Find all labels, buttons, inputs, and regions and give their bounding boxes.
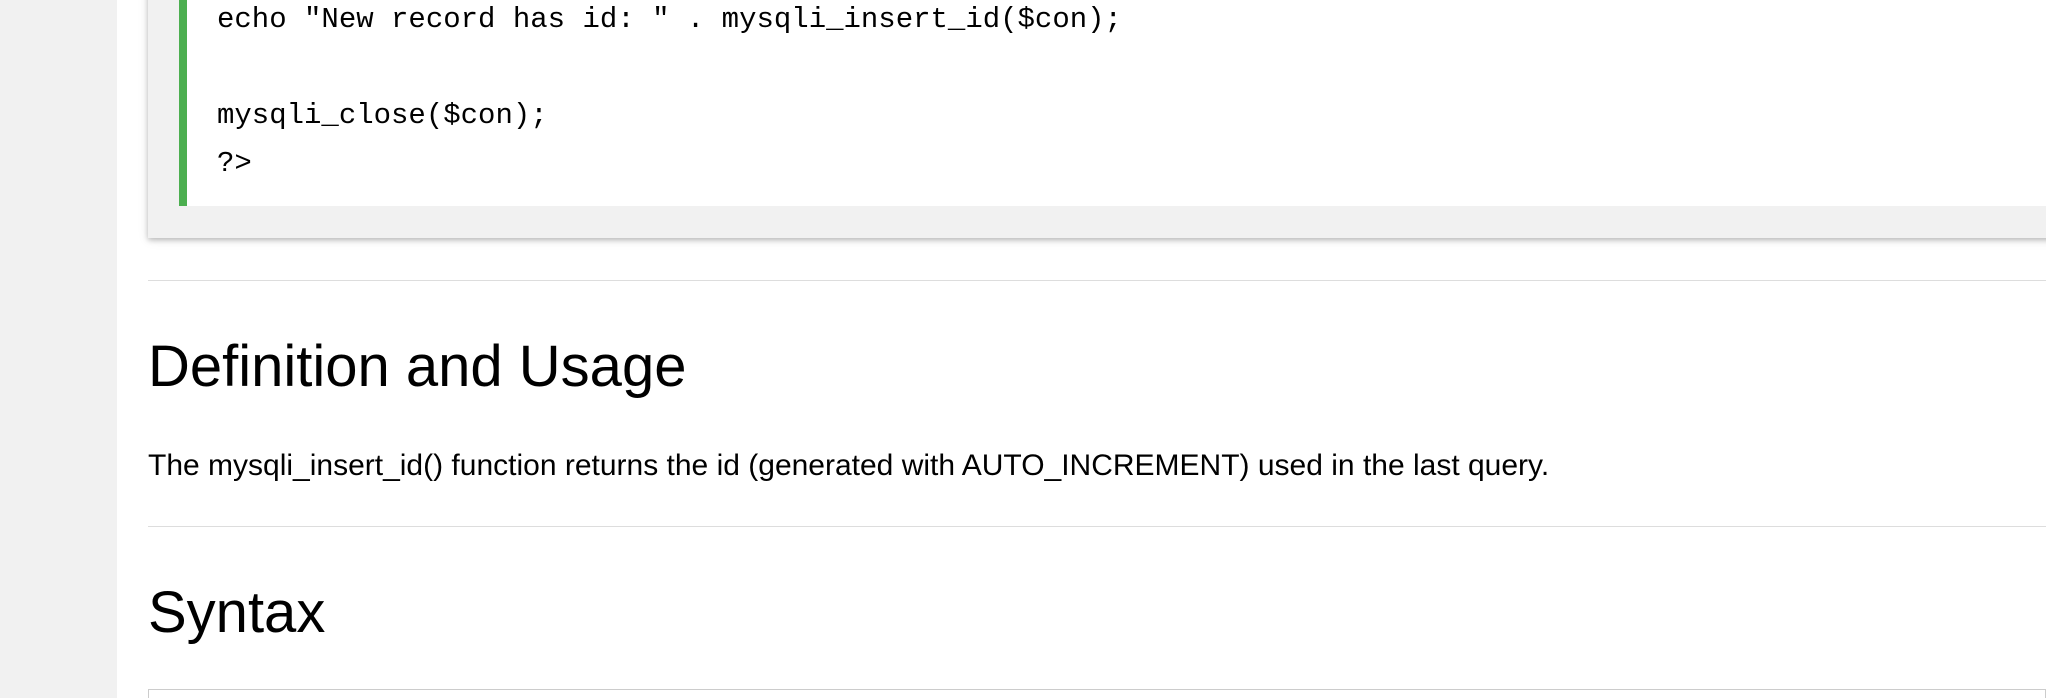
left-sidebar-gutter	[0, 0, 117, 698]
definition-text: The mysqli_insert_id() function returns …	[148, 449, 1550, 482]
code-line: mysqli_close($con);	[217, 99, 548, 132]
code-example-box: echo "New record has id: " . mysqli_inse…	[179, 0, 2046, 206]
example-panel: echo "New record has id: " . mysqli_inse…	[148, 0, 2046, 238]
page: echo "New record has id: " . mysqli_inse…	[0, 0, 2046, 698]
code-line: echo "New record has id: " . mysqli_inse…	[217, 3, 1122, 36]
section-divider	[148, 526, 2046, 527]
syntax-heading: Syntax	[148, 580, 326, 645]
code-line: ?>	[217, 147, 252, 180]
definition-heading: Definition and Usage	[148, 334, 687, 399]
syntax-code-box	[148, 689, 2046, 698]
main-content: echo "New record has id: " . mysqli_inse…	[117, 0, 2046, 698]
section-divider	[148, 280, 2046, 281]
